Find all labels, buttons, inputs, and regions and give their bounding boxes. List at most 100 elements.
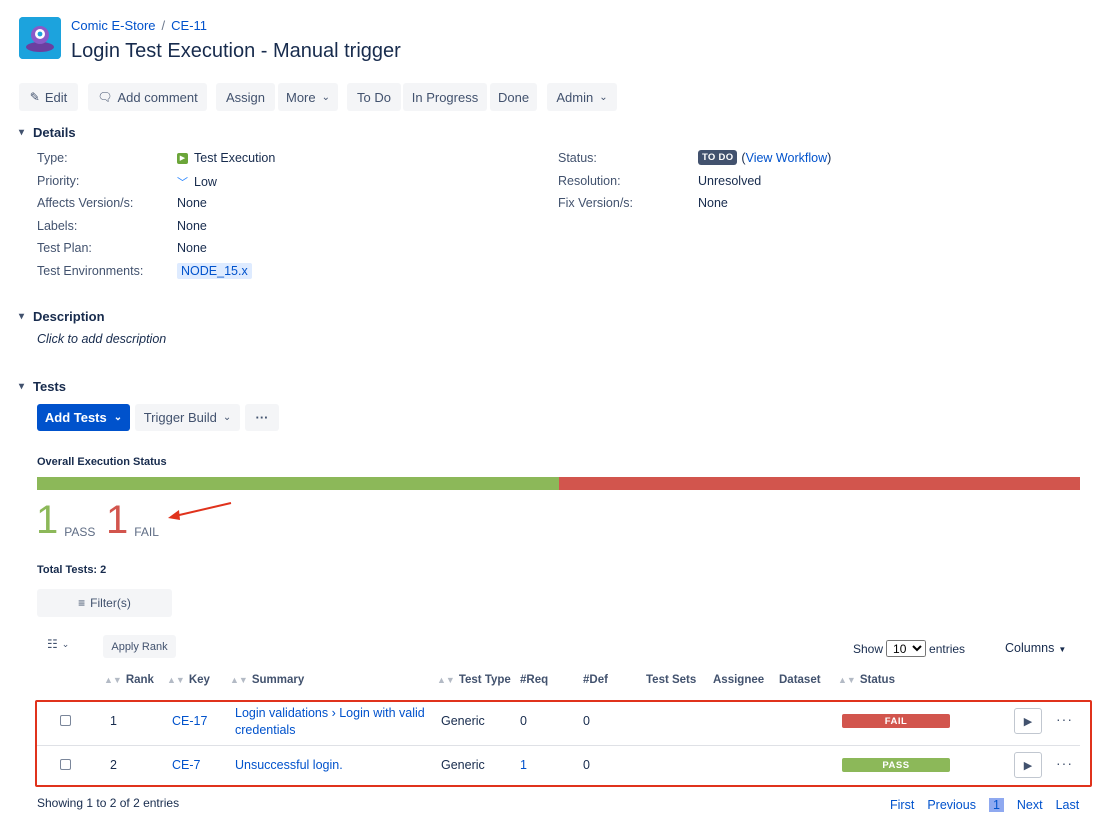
priority-label: Priority: (37, 174, 80, 188)
to-do-button[interactable]: To Do (347, 83, 401, 111)
edit-button[interactable]: ✎ Edit (19, 83, 78, 111)
column-header-rank[interactable]: ▲▼ Rank (104, 674, 154, 686)
breadcrumb-separator: / (161, 18, 166, 33)
chevron-down-icon: ▾ (19, 127, 25, 138)
apply-rank-label: Apply Rank (111, 640, 168, 653)
test-plan-value[interactable]: None (177, 241, 207, 255)
sort-icon: ▲▼ (838, 675, 856, 685)
add-comment-button[interactable]: 🗨 Add comment (88, 83, 207, 111)
add-tests-button[interactable]: Add Tests ⌄ (37, 404, 130, 431)
description-heading: Description (33, 309, 105, 324)
entries-label: entries (929, 641, 966, 656)
pass-label: PASS (64, 525, 96, 539)
priority-low-icon: ﹀ (177, 177, 188, 189)
priority-value[interactable]: ﹀ Low (177, 174, 217, 190)
status-value: TO DO(View Workflow) (698, 150, 831, 165)
chevron-down-icon: ▾ (19, 311, 25, 322)
column-header-summary[interactable]: ▲▼ Summary (230, 674, 304, 686)
breadcrumb-issue-link[interactable]: CE-11 (171, 18, 207, 33)
done-label: Done (497, 89, 530, 105)
chevron-down-icon: ⌄ (61, 638, 70, 649)
affects-version-label: Affects Version/s: (37, 196, 134, 210)
pagination-first[interactable]: First (890, 798, 914, 812)
view-workflow-link[interactable]: View Workflow (746, 151, 828, 165)
page-title: Login Test Execution - Manual trigger (71, 40, 401, 62)
pagination: First Previous 1 Next Last (890, 798, 1079, 812)
test-environments-label: Test Environments: (37, 264, 144, 278)
pagination-previous[interactable]: Previous (927, 798, 976, 812)
tests-section-toggle[interactable]: ▾ Tests (19, 379, 66, 394)
entries-control: Show 10 entries (853, 640, 965, 657)
annotation-arrow-icon (168, 502, 232, 520)
comment-icon: 🗨 (97, 90, 113, 104)
column-config-button[interactable]: ☷ ⌄ (47, 637, 69, 651)
more-label: More (286, 89, 316, 105)
sort-icon: ▲▼ (437, 675, 455, 685)
list-config-icon: ☷ (47, 637, 58, 651)
chevron-down-icon: ⌄ (321, 91, 331, 103)
chevron-down-icon: ⌄ (222, 412, 232, 423)
project-avatar-icon[interactable] (19, 17, 61, 59)
sort-icon: ▲▼ (167, 675, 185, 685)
breadcrumb: Comic E-Store / CE-11 (71, 18, 207, 33)
progress-pass-segment (37, 477, 559, 490)
assign-label: Assign (225, 89, 266, 105)
trigger-build-button[interactable]: Trigger Build ⌄ (135, 404, 240, 431)
admin-button[interactable]: Admin ⌄ (547, 83, 617, 111)
sort-icon: ▲▼ (104, 675, 122, 685)
apply-rank-button[interactable]: Apply Rank (103, 635, 176, 658)
fail-count-block: 1 FAIL (106, 500, 159, 540)
columns-dropdown[interactable]: Columns ▼ (1005, 641, 1066, 655)
pagination-last[interactable]: Last (1056, 798, 1080, 812)
pagination-current-page[interactable]: 1 (988, 798, 1004, 812)
sort-icon: ▲▼ (230, 675, 248, 685)
total-tests: Total Tests: 2 (37, 564, 107, 576)
table-info: Showing 1 to 2 of 2 entries (37, 796, 180, 810)
workflow-paren-close: ) (827, 150, 832, 165)
chevron-down-icon: ⌄ (113, 412, 123, 423)
column-header-test-type[interactable]: ▲▼ Test Type (437, 674, 511, 686)
done-button[interactable]: Done (490, 83, 537, 111)
rank-header-label: Rank (125, 674, 154, 686)
fix-version-value[interactable]: None (698, 196, 728, 210)
pagination-next[interactable]: Next (1017, 798, 1043, 812)
column-header-status[interactable]: ▲▼ Status (838, 674, 895, 686)
resolution-label: Resolution: (558, 174, 621, 188)
tests-more-button[interactable]: ··· (245, 404, 279, 431)
add-tests-label: Add Tests (44, 410, 107, 425)
test-environments-value[interactable]: NODE_15.x (177, 263, 252, 279)
show-label: Show (853, 641, 884, 656)
column-header-def[interactable]: #Def (583, 674, 608, 686)
description-section-toggle[interactable]: ▾ Description (19, 309, 105, 324)
fix-version-label: Fix Version/s: (558, 196, 634, 210)
column-header-assignee[interactable]: Assignee (713, 674, 764, 686)
column-header-test-sets[interactable]: Test Sets (646, 674, 696, 686)
resolution-value: Unresolved (698, 174, 762, 188)
execution-progress-bar (37, 477, 1080, 490)
labels-value[interactable]: None (177, 219, 207, 233)
in-progress-button[interactable]: In Progress (403, 83, 487, 111)
column-header-dataset[interactable]: Dataset (779, 674, 821, 686)
add-comment-label: Add comment (117, 89, 198, 105)
breadcrumb-project-link[interactable]: Comic E-Store (71, 18, 156, 33)
key-header-label: Key (188, 674, 210, 686)
details-section-toggle[interactable]: ▾ Details (19, 125, 76, 140)
assign-button[interactable]: Assign (216, 83, 275, 111)
filter-button[interactable]: ≡ Filter(s) (37, 589, 172, 617)
description-placeholder[interactable]: Click to add description (37, 332, 166, 346)
progress-fail-segment (558, 477, 1080, 490)
to-do-label: To Do (357, 89, 391, 105)
annotation-highlight-box (35, 700, 1092, 787)
summary-header-label: Summary (251, 674, 305, 686)
chevron-down-icon: ▾ (19, 381, 25, 392)
column-header-req[interactable]: #Req (520, 674, 548, 686)
in-progress-label: In Progress (411, 89, 479, 105)
more-button[interactable]: More ⌄ (278, 83, 338, 111)
column-header-key[interactable]: ▲▼ Key (167, 674, 210, 686)
pass-count-block: 1 PASS (36, 500, 95, 540)
affects-version-value[interactable]: None (177, 196, 207, 210)
entries-select[interactable]: 10 (886, 640, 927, 657)
status-badge: TO DO (698, 150, 738, 165)
chevron-down-icon: ⌄ (599, 91, 608, 103)
environment-tag[interactable]: NODE_15.x (177, 263, 252, 279)
